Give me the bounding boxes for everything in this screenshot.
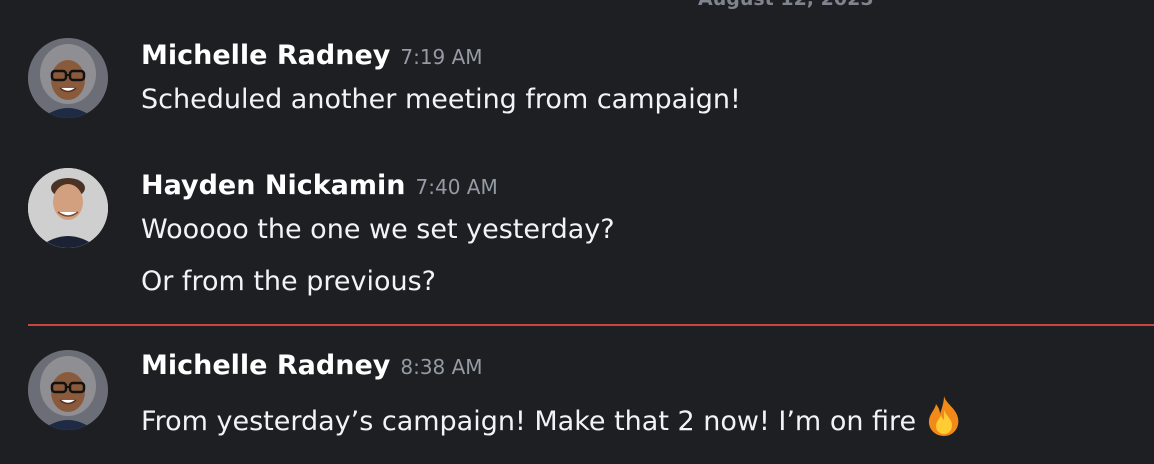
- message-timestamp: 7:40 AM: [415, 175, 498, 199]
- message-text-line: From yesterday’s campaign! Make that 2 n…: [141, 394, 966, 445]
- message-group[interactable]: Hayden Nickamin 7:40 AM Wooooo the one we…: [0, 150, 1154, 310]
- chat-message-list: August 12, 2025 Michelle Radney7:19 AM S…: [0, 0, 1154, 464]
- message-timestamp: 8:38 AM: [400, 355, 483, 379]
- author-name[interactable]: Hayden Nickamin: [141, 170, 406, 201]
- avatar[interactable]: [28, 168, 108, 248]
- message-author-line: Michelle Radney 7:19 AM: [141, 40, 483, 71]
- author-name[interactable]: Michelle Radney: [141, 40, 390, 71]
- avatar[interactable]: [28, 38, 108, 118]
- message-text: Or from the previous?: [141, 266, 437, 297]
- new-messages-divider: [28, 324, 1154, 326]
- avatar-michelle-image: [28, 38, 108, 118]
- message-group[interactable]: Michelle Radney 7:19 AM Scheduled another…: [0, 0, 1154, 130]
- avatar-michelle-image: [28, 350, 108, 430]
- message-author-line: Michelle Radney 8:38 AM: [141, 350, 483, 381]
- avatar[interactable]: [28, 350, 108, 430]
- message-group[interactable]: Michelle Radney 8:38 AM From yesterday’s …: [0, 330, 1154, 464]
- avatar-hayden-image: [28, 168, 108, 248]
- message-timestamp: 7:19 AM: [400, 45, 483, 69]
- author-name[interactable]: Michelle Radney: [141, 350, 390, 381]
- fire-emoji-icon: [922, 394, 966, 445]
- message-text: From yesterday’s campaign! Make that 2 n…: [141, 406, 917, 437]
- message-author-line: Hayden Nickamin 7:40 AM: [141, 170, 498, 201]
- message-text: Wooooo the one we set yesterday?: [141, 214, 615, 245]
- message-text: Scheduled another meeting from campaign!: [141, 84, 741, 115]
